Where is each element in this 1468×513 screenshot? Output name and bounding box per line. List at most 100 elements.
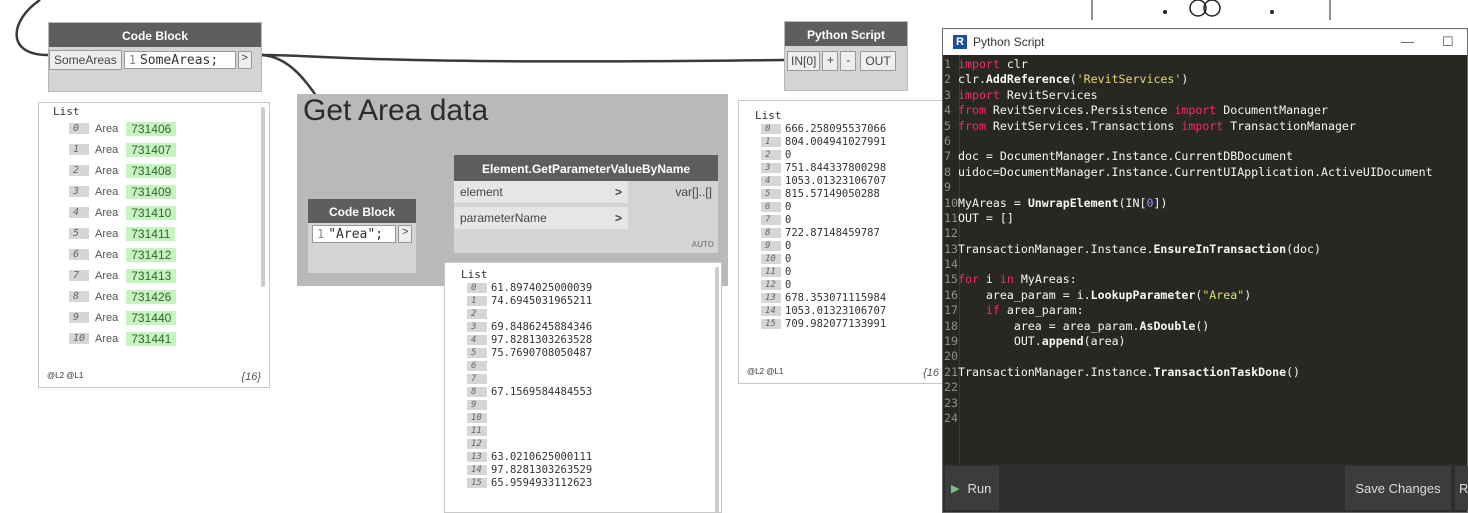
line-number: 17 xyxy=(944,303,958,318)
output-port[interactable]: > xyxy=(398,225,412,243)
list-item: 10 Area 731441 xyxy=(39,328,269,349)
input-port-in0[interactable]: IN[0] xyxy=(787,51,821,71)
run-label: Run xyxy=(967,480,992,496)
list-index: 15 xyxy=(467,477,487,488)
code-token: ) xyxy=(1244,287,1252,302)
scrollbar[interactable] xyxy=(715,267,719,512)
list-index: 10 xyxy=(69,333,90,344)
code-token: (doc) xyxy=(1286,241,1321,256)
list-item: 3 69.8486245884346 xyxy=(445,320,721,333)
output-port[interactable]: > xyxy=(237,51,252,69)
list-item: 20 xyxy=(739,148,947,161)
list-item: 11 0 xyxy=(739,265,947,278)
code-token: AddReference xyxy=(985,72,1070,87)
code-line: 9 xyxy=(943,180,1467,195)
list-item: 15 709.982077133991 xyxy=(739,317,947,330)
code-editor[interactable]: 1 SomeAreas; xyxy=(123,51,236,69)
code-line: 5 from RevitServices.Transactions import … xyxy=(943,119,1467,134)
line-number: 9 xyxy=(944,180,951,195)
code-line: 24 xyxy=(943,411,1467,426)
code-token: RevitServices.Transactions xyxy=(985,118,1182,133)
list-index: 9 xyxy=(761,240,781,251)
play-icon: ▶ xyxy=(951,482,960,495)
list-item: 8 67.1569584484553 xyxy=(445,385,721,398)
list-index: 0 xyxy=(761,123,781,134)
list-item: 10 xyxy=(445,411,721,424)
code-editor[interactable]: 1 import clr 2 clr.AddReference('RevitServi… xyxy=(943,57,1467,426)
line-number: 1 xyxy=(317,227,325,241)
code-line: 23 xyxy=(943,396,1467,411)
line-number: 16 xyxy=(944,287,958,302)
item-value: 0 xyxy=(785,200,792,213)
code-token: import xyxy=(958,57,1000,71)
scrollbar[interactable] xyxy=(261,107,265,287)
list-index: 6 xyxy=(69,249,89,260)
element-id: 731441 xyxy=(126,331,177,346)
node-title: Python Script xyxy=(785,22,907,46)
code-line: 8 uidoc=DocumentManager.Instance.CurrentU… xyxy=(943,165,1467,180)
input-port-someareas[interactable]: SomeAreas xyxy=(49,50,122,70)
list-index: 2 xyxy=(761,149,781,160)
list-item: 1 804.004941027991 xyxy=(739,135,947,148)
list-index: 10 xyxy=(761,253,781,264)
list-item: 15 65.9594933112623 xyxy=(445,476,721,489)
lacing-label: AUTO xyxy=(691,240,714,249)
editor-titlebar[interactable]: R Python Script — ☐ xyxy=(943,29,1467,55)
item-value: 678.353071115984 xyxy=(785,291,887,304)
group-title: Get Area data xyxy=(303,94,489,127)
list-index: 3 xyxy=(761,162,781,173)
list-item: 6 xyxy=(445,359,721,372)
revert-button[interactable]: R xyxy=(1455,466,1468,510)
output-port[interactable]: var[]..[] xyxy=(675,185,712,199)
list-header: List xyxy=(53,105,80,118)
code-line: 15for i in MyAreas: xyxy=(943,272,1467,287)
list-item: 5 815.57149050288 xyxy=(739,187,947,200)
port-label: parameterName xyxy=(460,211,547,225)
list-item: 0 61.8974025000039 xyxy=(445,281,721,294)
code-line: 21TransactionManager.Instance.Transactio… xyxy=(943,365,1467,380)
python-script-node[interactable]: Python Script IN[0] + - OUT xyxy=(784,21,908,91)
code-editor[interactable]: 1 "Area"; xyxy=(312,225,397,243)
list-header: List xyxy=(755,109,782,122)
code-token: import xyxy=(958,87,1000,102)
line-number: 24 xyxy=(944,410,958,425)
list-item: 2 xyxy=(445,307,721,320)
save-changes-button[interactable]: Save Changes xyxy=(1345,466,1451,510)
item-label: Area xyxy=(95,185,119,198)
item-value: 751.844337800298 xyxy=(785,161,887,174)
input-port-element[interactable]: element > xyxy=(454,181,628,204)
list-item: 0 Area 731406 xyxy=(39,118,269,139)
code-line: 7 doc = DocumentManager.Instance.CurrentD… xyxy=(943,149,1467,164)
element-id: 731410 xyxy=(126,205,177,220)
run-button[interactable]: ▶ Run xyxy=(945,466,999,510)
get-parameter-value-node[interactable]: Element.GetParameterValueByName element … xyxy=(453,154,719,254)
code-token: "Area" xyxy=(1202,287,1245,302)
minimize-button[interactable]: — xyxy=(1401,34,1414,49)
line-number: 1 xyxy=(944,57,951,71)
maximize-button[interactable]: ☐ xyxy=(1442,34,1454,50)
item-value: 97.8281303263528 xyxy=(491,333,593,346)
code-line: 20 xyxy=(943,349,1467,364)
code-token: TransactionManager.Instance. xyxy=(958,364,1154,379)
output-port-out[interactable]: OUT xyxy=(860,51,896,71)
list-item: 13 63.0210625000111 xyxy=(445,450,721,463)
code-token: RevitServices xyxy=(999,87,1098,102)
item-value: 0 xyxy=(785,278,792,291)
preview-pane-python-output: List 0 666.258095537066 1 804.004941027991 2… xyxy=(738,100,948,384)
item-value: 63.0210625000111 xyxy=(491,450,593,463)
code-token: TransactionManager.Instance. xyxy=(958,241,1154,256)
item-value: 74.6945031965211 xyxy=(491,294,593,307)
code-token: in xyxy=(999,272,1014,287)
add-input-button[interactable]: + xyxy=(822,51,839,71)
input-port-parametername[interactable]: parameterName > xyxy=(454,207,628,229)
line-number: 14 xyxy=(944,257,958,272)
code-token: clr xyxy=(999,57,1028,71)
line-number: 7 xyxy=(944,149,951,164)
python-editor-window[interactable]: R Python Script — ☐ 1 import clr 2 clr.AddR… xyxy=(942,28,1468,513)
code-block-node[interactable]: Code Block SomeAreas 1 SomeAreas; > xyxy=(48,22,262,92)
code-block-area-node[interactable]: Code Block 1 "Area"; > xyxy=(307,198,417,274)
revit-logo-icon: R xyxy=(953,35,967,49)
remove-input-button[interactable]: - xyxy=(840,51,857,71)
list-index: 0 xyxy=(69,123,89,134)
list-index: 1 xyxy=(467,295,487,306)
